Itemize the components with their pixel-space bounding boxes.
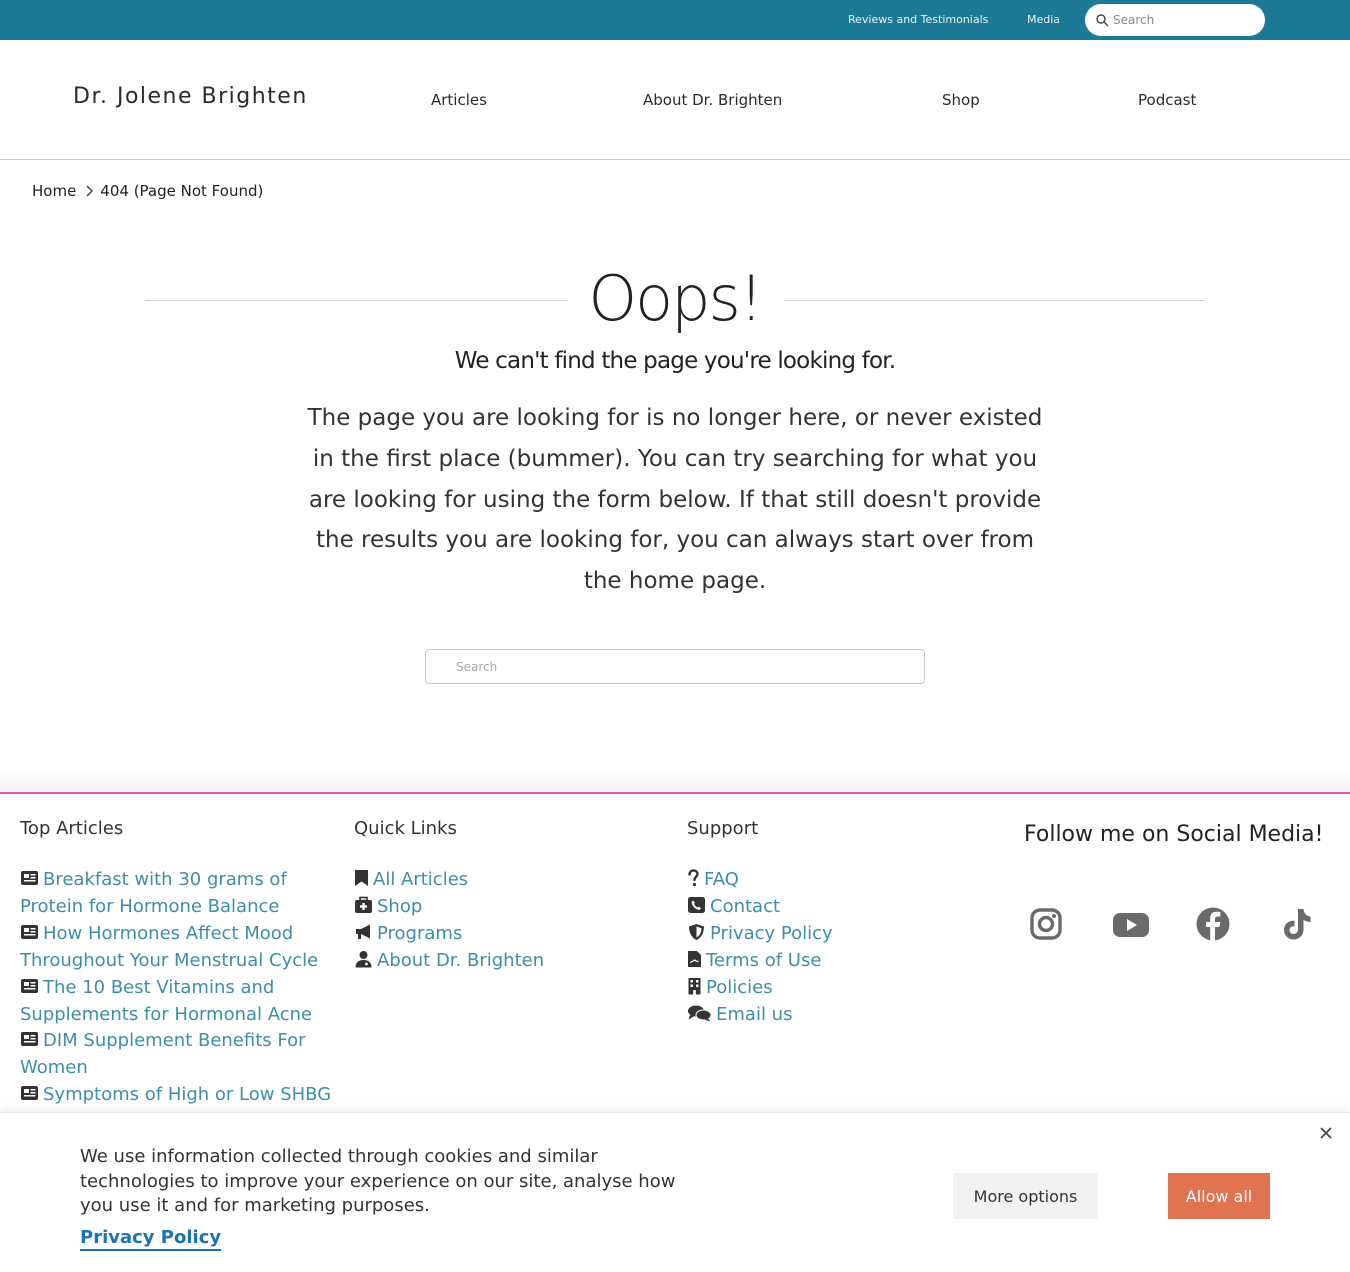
quick-link-shop[interactable]: Shop — [354, 894, 654, 921]
building-icon — [688, 977, 701, 995]
reviews-link[interactable]: Reviews and Testimonials — [848, 13, 988, 26]
comments-icon — [688, 1005, 712, 1022]
support-link-contact[interactable]: Contact — [687, 894, 987, 921]
nav-shop[interactable]: Shop — [942, 91, 980, 109]
support-link-email[interactable]: Email us — [687, 1002, 987, 1029]
quick-link-about[interactable]: About Dr. Brighten — [354, 948, 654, 975]
cookie-text: We use information collected through coo… — [80, 1146, 676, 1216]
top-articles-title: Top Articles — [20, 818, 124, 839]
nav-articles[interactable]: Articles — [431, 91, 487, 109]
newspaper-icon — [21, 871, 38, 885]
newspaper-icon — [21, 924, 38, 939]
tiktok-icon[interactable] — [1279, 906, 1315, 942]
quick-link-all-articles[interactable]: All Articles — [354, 867, 654, 894]
doctor-icon — [355, 950, 372, 968]
support-link-terms[interactable]: Terms of Use — [687, 948, 987, 975]
youtube-icon[interactable] — [1112, 906, 1150, 942]
cookie-privacy-link[interactable]: Privacy Policy — [80, 1227, 222, 1251]
bullhorn-icon — [356, 924, 370, 939]
page-subtitle: We can't find the page you're looking fo… — [454, 348, 896, 374]
support-link-privacy[interactable]: Privacy Policy — [687, 921, 987, 948]
question-icon — [688, 869, 699, 887]
nav-about[interactable]: About Dr. Brighten — [643, 91, 782, 109]
top-bar: Reviews and Testimonials Media — [0, 0, 1350, 40]
page-title: Oops! — [588, 262, 763, 335]
quick-link-programs[interactable]: Programs — [354, 921, 654, 948]
shield-icon — [689, 923, 704, 940]
quick-links-list: All Articles Shop Programs About Dr. Bri… — [354, 867, 654, 975]
instagram-icon[interactable] — [1028, 906, 1064, 942]
top-articles-list: Breakfast with 30 grams of Protein for H… — [20, 867, 340, 1109]
chevron-right-icon — [86, 185, 94, 197]
phone-icon — [688, 896, 705, 913]
top-search-input[interactable] — [1113, 10, 1253, 30]
bookmark-icon — [355, 870, 368, 886]
medkit-icon — [355, 896, 372, 913]
newspaper-icon — [21, 1086, 38, 1101]
support-title: Support — [687, 818, 759, 839]
article-link[interactable]: Symptoms of High or Low SHBG — [20, 1082, 340, 1109]
article-link[interactable]: DIM Supplement Benefits For Women — [20, 1028, 340, 1082]
support-link-faq[interactable]: FAQ — [687, 867, 987, 894]
site-header: Dr. Jolene Brighten Articles About Dr. B… — [0, 40, 1350, 160]
main-search — [425, 649, 925, 684]
media-link[interactable]: Media — [1027, 13, 1060, 26]
breadcrumb: Home 404 (Page Not Found) — [32, 182, 263, 200]
newspaper-icon — [21, 1032, 38, 1047]
error-message: The page you are looking for is no longe… — [307, 405, 1043, 595]
allow-all-button[interactable]: Allow all — [1168, 1173, 1270, 1219]
top-search — [1085, 4, 1265, 36]
breadcrumb-current: 404 (Page Not Found) — [100, 182, 264, 200]
article-link[interactable]: The 10 Best Vitamins and Supplements for… — [20, 975, 340, 1029]
file-signature-icon — [688, 950, 701, 967]
footer-shadow — [0, 770, 1350, 792]
article-link[interactable]: How Hormones Affect Mood Throughout Your… — [20, 921, 340, 975]
breadcrumb-home[interactable]: Home — [32, 182, 76, 200]
social-title: Follow me on Social Media! — [1024, 822, 1324, 847]
more-options-button[interactable]: More options — [953, 1173, 1098, 1219]
close-icon[interactable] — [1318, 1125, 1334, 1141]
newspaper-icon — [21, 978, 38, 993]
search-icon — [1096, 14, 1109, 27]
support-list: FAQ Contact Privacy Policy Terms of Use … — [687, 867, 987, 1028]
facebook-icon[interactable] — [1195, 906, 1231, 942]
nav-podcast[interactable]: Podcast — [1138, 91, 1196, 109]
support-link-policies[interactable]: Policies — [687, 975, 987, 1002]
article-link[interactable]: Breakfast with 30 grams of Protein for H… — [20, 867, 340, 921]
cookie-banner: We use information collected through coo… — [0, 1112, 1350, 1272]
site-logo[interactable]: Dr. Jolene Brighten — [73, 84, 308, 109]
main-search-input[interactable] — [426, 650, 924, 683]
quick-links-title: Quick Links — [354, 818, 457, 839]
